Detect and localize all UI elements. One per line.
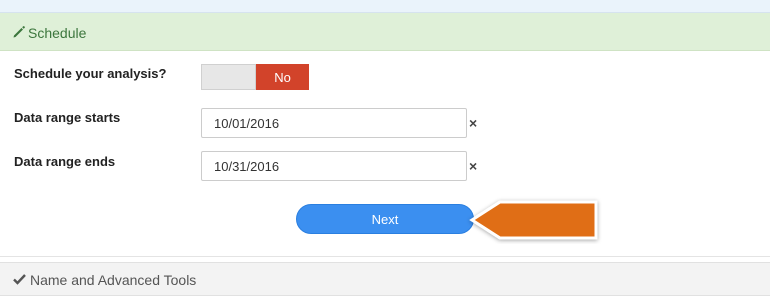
previous-panel-strip [0,0,770,13]
section-divider [0,256,770,257]
schedule-toggle[interactable]: No [201,64,309,90]
end-date-label: Data range ends [14,154,116,169]
next-button[interactable]: Next [296,204,474,234]
schedule-panel-title: Schedule [28,25,87,41]
schedule-analysis-label: Schedule your analysis? [14,66,167,81]
schedule-panel-header[interactable]: Schedule [0,13,770,51]
clear-end-date-icon[interactable]: × [469,159,477,173]
start-date-input[interactable] [201,108,467,138]
start-date-label: Data range starts [14,110,121,125]
clear-start-date-icon[interactable]: × [469,116,477,130]
check-icon [13,274,26,285]
toggle-off-area[interactable] [201,64,256,90]
pencil-icon [13,26,25,38]
advanced-panel-header[interactable]: Name and Advanced Tools [0,262,770,296]
end-date-input[interactable] [201,151,467,181]
advanced-panel-title: Name and Advanced Tools [30,272,197,288]
toggle-no-state[interactable]: No [256,64,309,90]
callout-arrow [469,200,598,240]
